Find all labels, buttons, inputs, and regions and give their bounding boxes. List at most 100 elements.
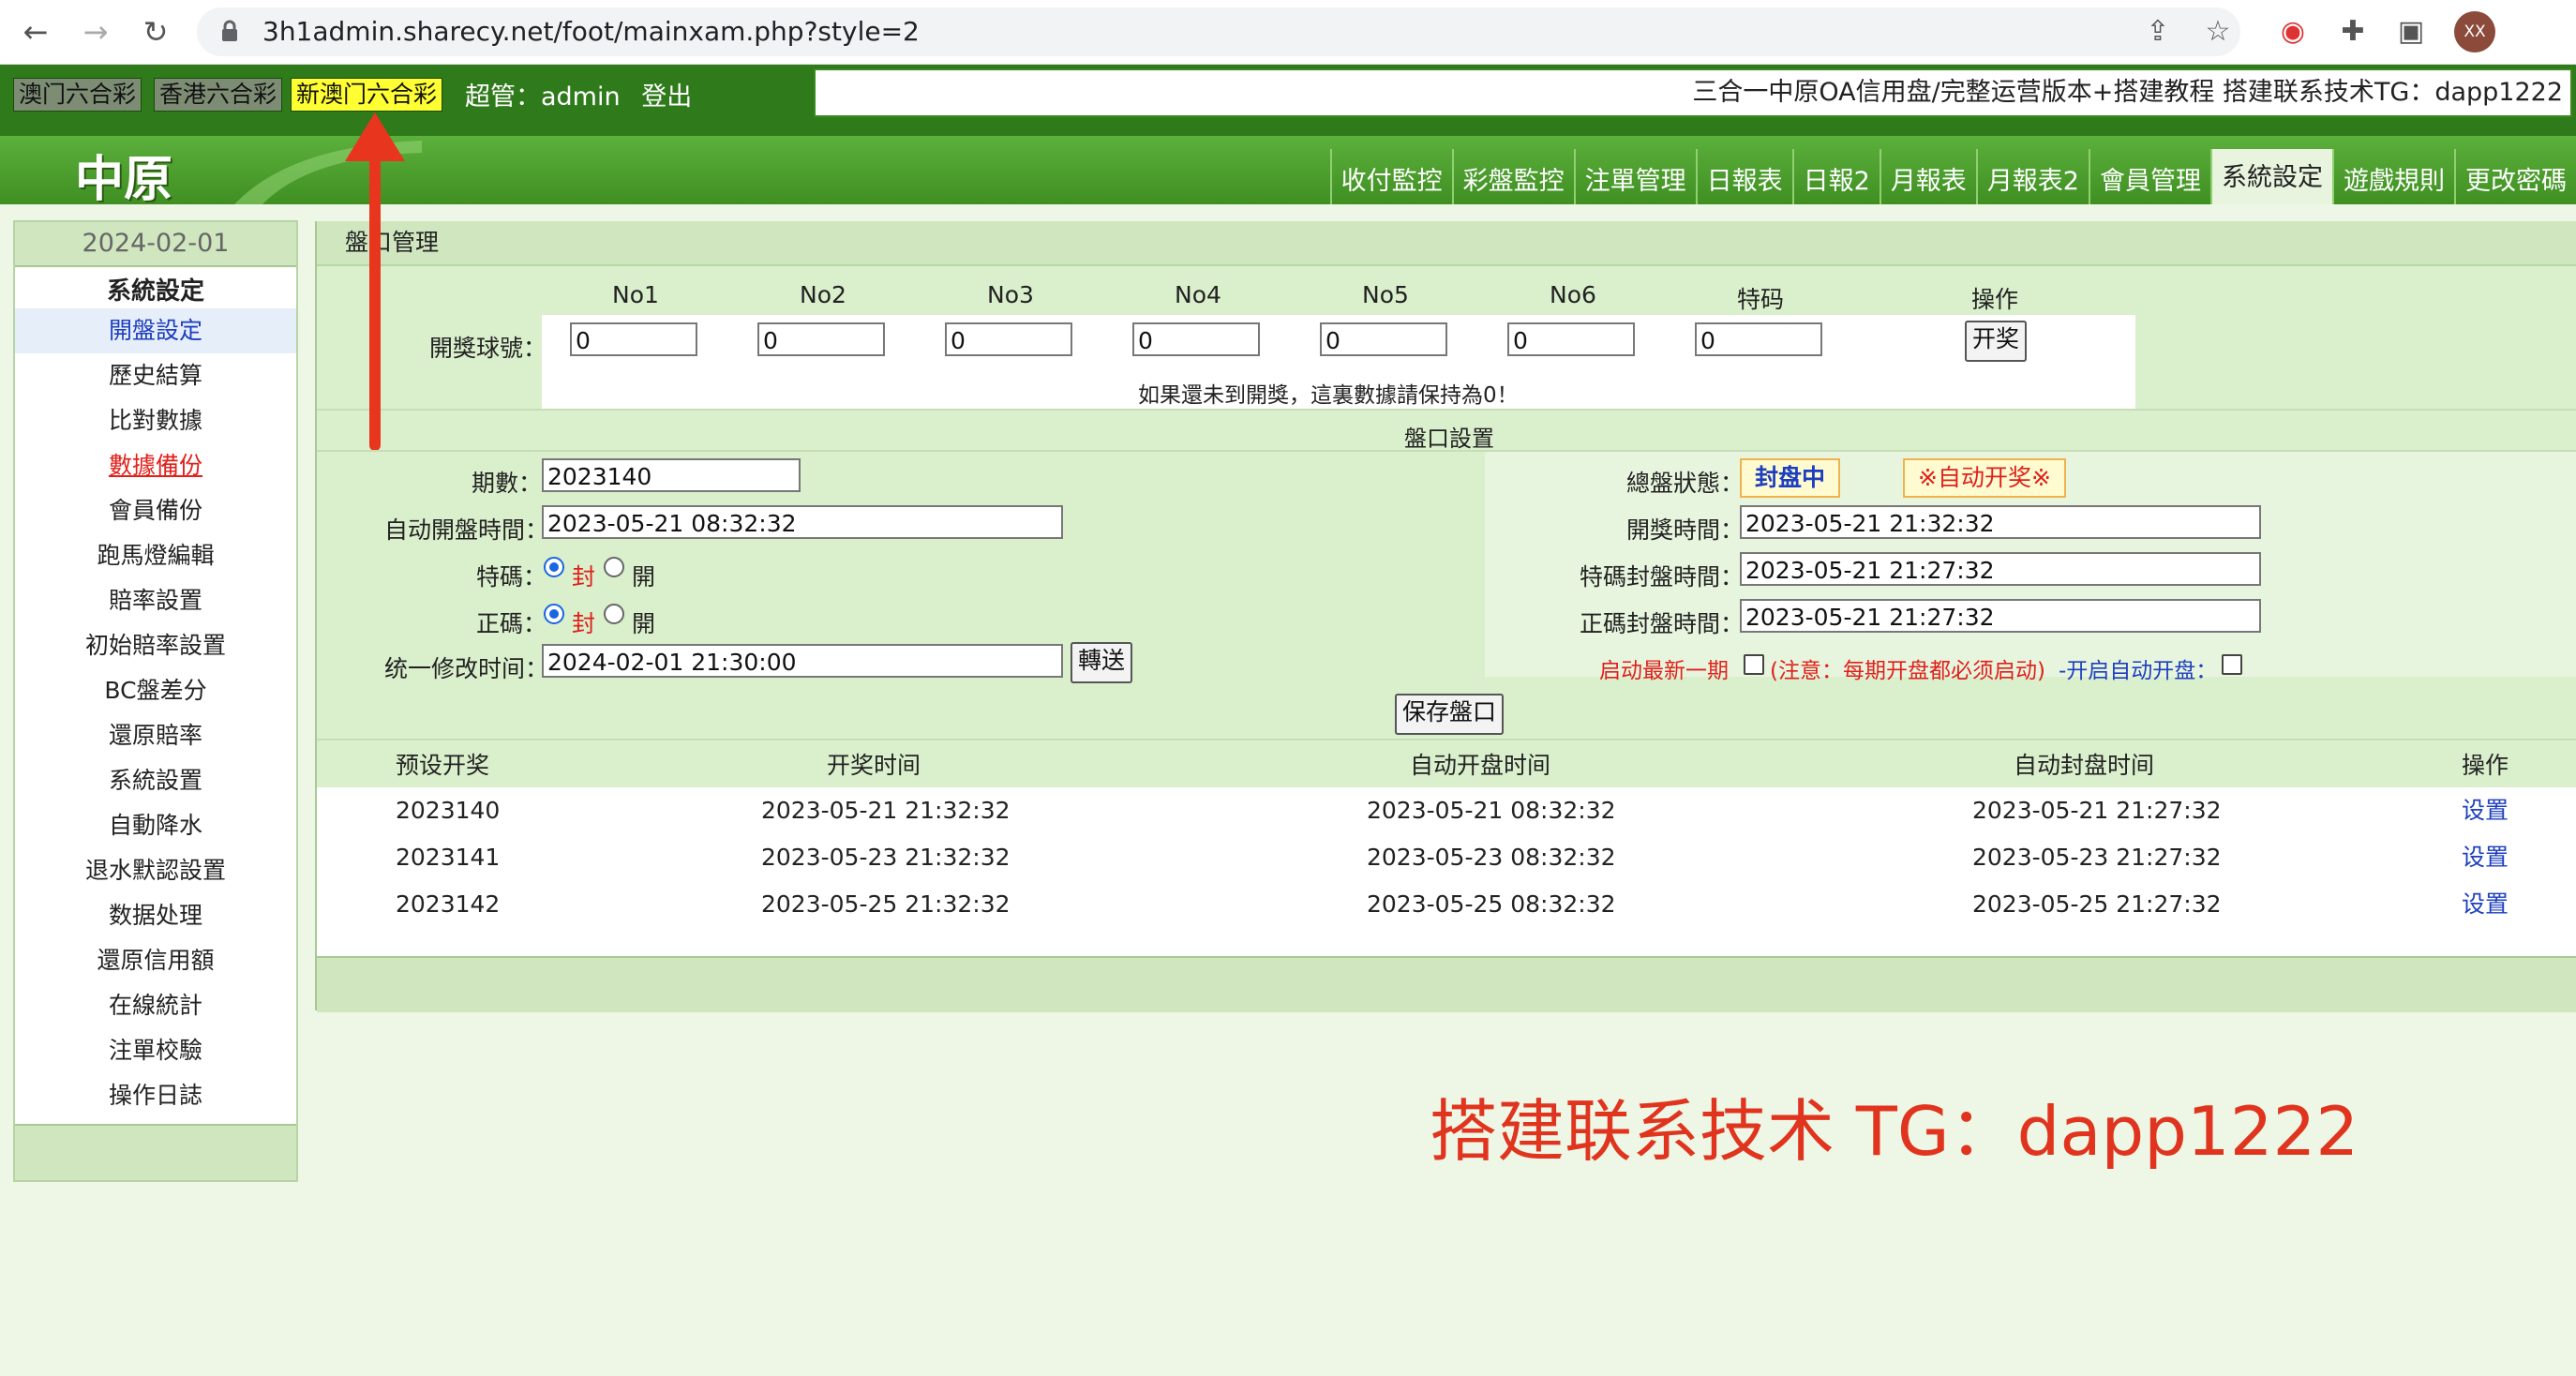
bookmark-star-icon[interactable]: ☆ xyxy=(2197,11,2239,52)
latest-period-checkbox[interactable] xyxy=(1744,654,1764,675)
nav-daily-report[interactable]: 日報表 xyxy=(1695,149,1792,204)
normal-open-text: 開 xyxy=(632,610,656,637)
row-auto-close: 2023-05-23 21:27:32 xyxy=(1972,844,2222,871)
normal-close-radio[interactable] xyxy=(544,604,564,624)
sidebar-item-system-settings[interactable]: 系統設置 xyxy=(15,758,296,803)
schedule-header-auto-close: 自动封盘时间 xyxy=(2014,752,2155,779)
nav-payment-monitor[interactable]: 收付監控 xyxy=(1329,149,1452,204)
nav-bet-management[interactable]: 注單管理 xyxy=(1573,149,1696,204)
sidebar-item-compare-data[interactable]: 比對數據 xyxy=(15,398,296,443)
col-header-no4: No4 xyxy=(1175,281,1221,308)
announcement-marquee: 三合一中原OA信用盘/完整运营版本+搭建教程 搭建联系技术TG：dapp1222 xyxy=(814,68,2572,117)
col-header-no6: No6 xyxy=(1550,281,1596,308)
send-button[interactable]: 轉送 xyxy=(1071,642,1133,683)
row-set-link[interactable]: 设置 xyxy=(2462,881,2509,928)
period-input[interactable]: 2023140 xyxy=(542,458,801,492)
sidebar: 2024-02-01 系統設定 開盤設定 歷史結算 比對數據 數據備份 會員備份… xyxy=(13,220,298,1182)
nav-change-password[interactable]: 更改密碼 xyxy=(2454,149,2576,204)
row-auto-close: 2023-05-25 21:27:32 xyxy=(1972,890,2222,918)
draw-time-label: 開獎時間： xyxy=(1626,516,1745,544)
nav-monthly-report-2[interactable]: 月報表2 xyxy=(1975,149,2089,204)
sidebar-item-open-settings[interactable]: 開盤設定 xyxy=(15,308,296,353)
unify-time-input[interactable]: 2024-02-01 21:30:00 xyxy=(542,644,1063,678)
row-auto-close: 2023-05-21 21:27:32 xyxy=(1972,797,2222,824)
share-icon[interactable]: ⇪ xyxy=(2137,11,2179,52)
normal-close-time-input[interactable]: 2023-05-21 21:27:32 xyxy=(1740,599,2261,633)
url-text[interactable]: 3h1admin.sharecy.net/foot/mainxam.php?st… xyxy=(262,7,920,56)
side-panel-icon[interactable]: ▣ xyxy=(2390,11,2432,52)
nav-member-management[interactable]: 會員管理 xyxy=(2089,149,2210,204)
special-open-radio[interactable] xyxy=(604,557,624,577)
auto-open-input[interactable]: 2023-05-21 08:32:32 xyxy=(542,505,1063,539)
save-button[interactable]: 保存盤口 xyxy=(1395,694,1505,735)
draw-input-special[interactable]: 0 xyxy=(1695,322,1822,356)
divider xyxy=(317,739,2576,740)
draw-input-no3[interactable]: 0 xyxy=(945,322,1072,356)
sidebar-item-restore-credit[interactable]: 還原信用額 xyxy=(15,938,296,983)
row-draw-time: 2023-05-25 21:32:32 xyxy=(761,890,1011,918)
status-badge[interactable]: 封盘中 xyxy=(1740,458,1841,498)
table-row: 2023140 2023-05-21 21:32:32 2023-05-21 0… xyxy=(317,787,2576,834)
sidebar-item-bc-diff[interactable]: BC盤差分 xyxy=(15,668,296,713)
puzzle-extension-icon[interactable]: ✚ xyxy=(2332,11,2374,52)
draw-button[interactable]: 开奖 xyxy=(1965,321,2028,362)
game-tab-new-macau[interactable]: 新澳门六合彩 xyxy=(291,78,443,112)
special-close-radio[interactable] xyxy=(544,557,564,577)
sidebar-item-data-backup[interactable]: 數據備份 xyxy=(15,443,296,488)
nav-daily-report-2[interactable]: 日報2 xyxy=(1791,149,1880,204)
sidebar-item-operation-log[interactable]: 操作日誌 xyxy=(15,1073,296,1118)
auto-open-label: 自动開盤時間： xyxy=(384,516,549,544)
sidebar-item-online-stats[interactable]: 在線統計 xyxy=(15,983,296,1028)
latest-period-note: (注意：每期开盘都必须启动) xyxy=(1770,659,2045,683)
sidebar-item-auto-drop[interactable]: 自動降水 xyxy=(15,803,296,848)
draw-input-no5[interactable]: 0 xyxy=(1320,322,1447,356)
sidebar-item-bet-verify[interactable]: 注單校驗 xyxy=(15,1028,296,1073)
sidebar-item-odds-settings[interactable]: 賠率設置 xyxy=(15,578,296,623)
draw-input-no1[interactable]: 0 xyxy=(570,322,697,356)
draw-input-no6[interactable]: 0 xyxy=(1507,322,1635,356)
nav-game-rules[interactable]: 遊戲規則 xyxy=(2332,149,2454,204)
special-close-time-input[interactable]: 2023-05-21 21:27:32 xyxy=(1740,552,2261,586)
nav-lottery-monitor[interactable]: 彩盤監控 xyxy=(1451,149,1574,204)
sidebar-item-marquee-edit[interactable]: 跑馬燈編輯 xyxy=(15,533,296,578)
draw-input-no2[interactable]: 0 xyxy=(757,322,885,356)
draw-input-no4[interactable]: 0 xyxy=(1132,322,1260,356)
back-arrow-icon[interactable]: ← xyxy=(15,11,56,52)
schedule-header-action: 操作 xyxy=(2462,752,2509,779)
status-label: 總盤狀態： xyxy=(1626,470,1745,497)
row-set-link[interactable]: 设置 xyxy=(2462,834,2509,881)
row-draw-time: 2023-05-23 21:32:32 xyxy=(761,844,1011,871)
extension-color-icon[interactable]: ◉ xyxy=(2272,11,2314,52)
nav-monthly-report[interactable]: 月報表 xyxy=(1879,149,1976,204)
nav-system-settings[interactable]: 系統設定 xyxy=(2210,149,2332,204)
marquee-text: 三合一中原OA信用盘/完整运营版本+搭建教程 搭建联系技术TG：dapp1222 xyxy=(1692,78,2563,107)
normal-open-radio[interactable] xyxy=(604,604,624,624)
game-tab-hongkong[interactable]: 香港六合彩 xyxy=(154,78,283,112)
sidebar-item-initial-odds[interactable]: 初始賠率設置 xyxy=(15,623,296,668)
col-header-special: 特码 xyxy=(1736,286,1784,313)
col-header-no5: No5 xyxy=(1362,281,1409,308)
address-bar[interactable]: 3h1admin.sharecy.net/foot/mainxam.php?st… xyxy=(197,7,2240,56)
row-set-link[interactable]: 设置 xyxy=(2462,787,2509,834)
sidebar-item-rebate-default[interactable]: 退水默認設置 xyxy=(15,848,296,893)
lock-icon xyxy=(222,20,237,41)
sidebar-item-history-settlement[interactable]: 歷史結算 xyxy=(15,353,296,398)
profile-avatar[interactable]: XX xyxy=(2454,11,2495,52)
sidebar-item-member-backup[interactable]: 會員備份 xyxy=(15,488,296,533)
reload-icon[interactable]: ↻ xyxy=(135,11,176,52)
divider xyxy=(317,409,2576,411)
panel-title: 盤口管理 xyxy=(317,221,2576,266)
main-nav: 收付監控 彩盤監控 注單管理 日報表 日報2 月報表 月報表2 會員管理 系統設… xyxy=(1329,149,2576,204)
logout-link[interactable]: 登出 xyxy=(641,82,692,112)
schedule-header-draw-time: 开奖时间 xyxy=(827,752,921,779)
settings-title: 盤口設置 xyxy=(1404,426,1494,452)
auto-draw-badge[interactable]: ※自动开奖※ xyxy=(1903,458,2066,498)
sidebar-item-restore-odds[interactable]: 還原賠率 xyxy=(15,713,296,758)
main-panel: 盤口管理 No1 No2 No3 No4 No5 No6 特码 操作 開獎球號：… xyxy=(315,221,2576,1012)
sidebar-item-data-processing[interactable]: 数据处理 xyxy=(15,893,296,938)
game-tab-macau[interactable]: 澳门六合彩 xyxy=(13,78,142,112)
schedule-header-period: 预设开奖 xyxy=(396,752,490,779)
auto-open-checkbox[interactable] xyxy=(2222,654,2242,675)
forward-arrow-icon[interactable]: → xyxy=(75,11,116,52)
draw-time-input[interactable]: 2023-05-21 21:32:32 xyxy=(1740,505,2261,539)
